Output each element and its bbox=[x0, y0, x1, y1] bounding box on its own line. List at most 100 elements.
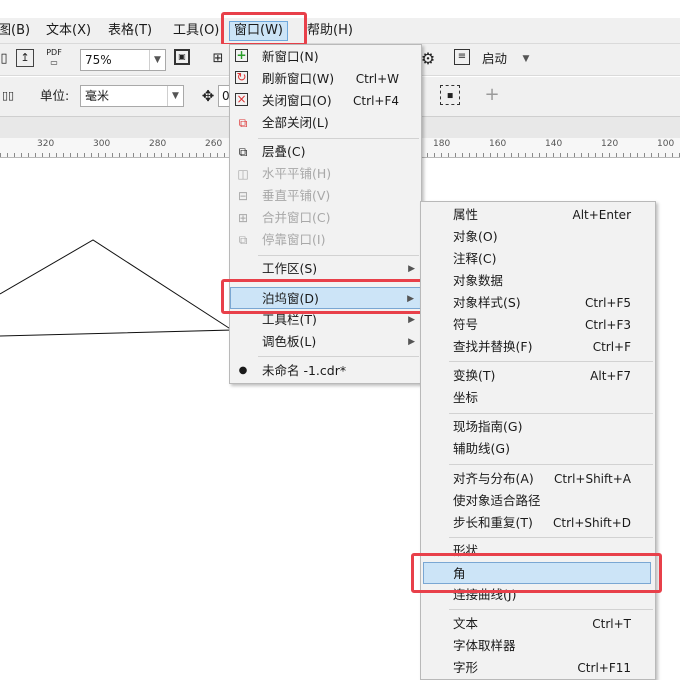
ruler-tick bbox=[14, 153, 15, 157]
ruler-tick bbox=[133, 153, 134, 157]
menu-item-shortcut: Alt+Enter bbox=[572, 208, 631, 222]
unit-select[interactable]: 毫米 ▼ bbox=[80, 85, 184, 107]
menu-item-tile-vertical[interactable]: ⊟ 垂直平铺(V) bbox=[230, 185, 421, 207]
menu-item-label: 对象数据 bbox=[453, 273, 504, 288]
ruler-tick bbox=[7, 153, 8, 157]
menu-help[interactable]: 帮助(H) bbox=[303, 21, 357, 41]
menu-item-objects[interactable]: 对象(O) bbox=[421, 226, 655, 248]
launch-button[interactable]: 启动 bbox=[478, 49, 511, 69]
menu-item-new-window[interactable]: + 新窗口(N) bbox=[230, 46, 421, 68]
menu-item-shortcut: Ctrl+Shift+A bbox=[554, 472, 631, 486]
ruler-tick bbox=[147, 153, 148, 157]
menu-item-step-repeat[interactable]: 步长和重复(T) Ctrl+Shift+D bbox=[421, 512, 655, 534]
nudge-offset-icon: ✥ bbox=[201, 87, 215, 105]
menu-item-find-replace[interactable]: 查找并替换(F) Ctrl+F bbox=[421, 336, 655, 358]
ruler-tick bbox=[189, 153, 190, 157]
menu-item-color-palettes[interactable]: 调色板(L) ▶ bbox=[230, 331, 421, 353]
menu-item-font-sampler[interactable]: 字体取样器 bbox=[421, 635, 655, 657]
bounding-box-icon[interactable]: ◾ bbox=[440, 85, 460, 105]
ruler-tick bbox=[595, 153, 596, 157]
ruler-tick bbox=[462, 153, 463, 157]
ruler-tick bbox=[175, 153, 176, 157]
zoom-level-value: 75% bbox=[85, 53, 112, 67]
menu-item-open-document[interactable]: ● 未命名 -1.cdr* bbox=[230, 360, 421, 382]
menu-item-symbols[interactable]: 符号 Ctrl+F3 bbox=[421, 314, 655, 336]
menu-item-properties[interactable]: 属性 Alt+Enter bbox=[421, 204, 655, 226]
ruler-tick bbox=[49, 153, 50, 157]
ruler-tick bbox=[91, 153, 92, 157]
ruler-tick bbox=[84, 153, 85, 157]
menu-item-text[interactable]: 文本 Ctrl+T bbox=[421, 613, 655, 635]
menu-table[interactable]: 表格(T) bbox=[104, 21, 156, 41]
ruler-tick bbox=[602, 153, 603, 157]
snap-to-icon[interactable]: ⊞ bbox=[208, 49, 228, 69]
menu-item-workspace[interactable]: 工作区(S) ▶ bbox=[230, 258, 421, 280]
menu-item-refresh-window[interactable]: ↻ 刷新窗口(W) Ctrl+W bbox=[230, 68, 421, 90]
ruler-tick bbox=[441, 153, 442, 157]
save-icon[interactable]: ▯ bbox=[0, 49, 14, 69]
plus-icon[interactable]: + bbox=[482, 85, 502, 105]
menu-item-dock-window[interactable]: ⧉ 停靠窗口(I) bbox=[230, 229, 421, 251]
menu-item-label: 调色板(L) bbox=[262, 334, 317, 349]
menu-item-label: 辅助线(G) bbox=[453, 441, 510, 456]
menu-tools[interactable]: 工具(O) bbox=[169, 21, 223, 41]
ruler-tick bbox=[224, 153, 225, 157]
menu-item-fit-to-path[interactable]: 使对象适合路径 bbox=[421, 490, 655, 512]
menu-item-comments[interactable]: 注释(C) bbox=[421, 248, 655, 270]
menu-item-label: 文本 bbox=[453, 616, 479, 631]
ruler-tick bbox=[476, 153, 477, 157]
menu-separator bbox=[258, 138, 419, 139]
menu-item-combine-window[interactable]: ⊞ 合并窗口(C) bbox=[230, 207, 421, 229]
menu-item-cascade[interactable]: ⧉ 层叠(C) bbox=[230, 141, 421, 163]
full-screen-preview-icon[interactable]: ▣ bbox=[174, 49, 190, 65]
ruler-tick bbox=[63, 153, 64, 157]
annotation-box-dockers bbox=[221, 279, 431, 314]
annotation-box-window-menu bbox=[221, 12, 307, 46]
menu-item-close-window[interactable]: × 关闭窗口(O) Ctrl+F4 bbox=[230, 90, 421, 112]
menu-item-coordinates[interactable]: 坐标 bbox=[421, 387, 655, 409]
menu-item-label: 层叠(C) bbox=[262, 144, 306, 159]
ruler-tick bbox=[511, 153, 512, 157]
ruler-tick bbox=[182, 153, 183, 157]
chevron-right-icon: ▶ bbox=[408, 264, 415, 274]
ruler-label: 320 bbox=[37, 139, 55, 149]
menu-item-label: 变换(T) bbox=[453, 368, 496, 383]
menu-text[interactable]: 文本(X) bbox=[42, 21, 95, 41]
drawn-triangle-shape[interactable] bbox=[0, 239, 234, 337]
menu-item-label: 水平平铺(H) bbox=[262, 166, 332, 181]
import-icon[interactable]: ↥ bbox=[16, 49, 34, 67]
menu-item-label: 未命名 -1.cdr* bbox=[262, 363, 347, 378]
launch-dropdown-icon[interactable]: ▼ bbox=[516, 49, 536, 69]
menu-item-shortcut: Ctrl+F4 bbox=[353, 94, 399, 108]
menu-item-shortcut: Ctrl+F11 bbox=[577, 661, 631, 675]
ruler-label: 140 bbox=[545, 139, 563, 149]
ruler-tick bbox=[630, 153, 631, 157]
menu-separator bbox=[258, 356, 419, 357]
menu-item-hints[interactable]: 现场指南(G) bbox=[421, 416, 655, 438]
launch-icon[interactable]: ≡ bbox=[454, 49, 470, 65]
ruler-tick bbox=[196, 153, 197, 157]
menu-item-label: 垂直平铺(V) bbox=[262, 188, 331, 203]
menu-item-align-distribute[interactable]: 对齐与分布(A) Ctrl+Shift+A bbox=[421, 468, 655, 490]
cascade-icon: ⧉ bbox=[238, 145, 248, 159]
export-pdf-icon[interactable]: PDF ▭ bbox=[44, 48, 64, 68]
menu-item-close-all[interactable]: ⧉ 全部关闭(L) bbox=[230, 112, 421, 134]
close-window-icon: × bbox=[235, 92, 248, 106]
menu-separator bbox=[449, 413, 653, 414]
ruler-tick bbox=[21, 153, 22, 157]
menu-arrange[interactable]: 图(B) bbox=[0, 21, 34, 41]
menu-item-guidelines[interactable]: 辅助线(G) bbox=[421, 438, 655, 460]
menu-item-object-styles[interactable]: 对象样式(S) Ctrl+F5 bbox=[421, 292, 655, 314]
ruler-tick bbox=[497, 153, 498, 157]
ruler-tick bbox=[0, 153, 1, 157]
zoom-level-select[interactable]: 75% ▼ bbox=[80, 49, 166, 71]
ruler-tick bbox=[483, 153, 484, 157]
menu-item-glyphs[interactable]: 字形 Ctrl+F11 bbox=[421, 657, 655, 679]
ruler-tick bbox=[609, 153, 610, 157]
menu-item-tile-horizontal[interactable]: ◫ 水平平铺(H) bbox=[230, 163, 421, 185]
menu-item-object-data[interactable]: 对象数据 bbox=[421, 270, 655, 292]
ruler-tick bbox=[560, 153, 561, 157]
menu-item-transform[interactable]: 变换(T) Alt+F7 bbox=[421, 365, 655, 387]
menu-item-label: 查找并替换(F) bbox=[453, 339, 533, 354]
ruler-tick bbox=[581, 153, 582, 157]
